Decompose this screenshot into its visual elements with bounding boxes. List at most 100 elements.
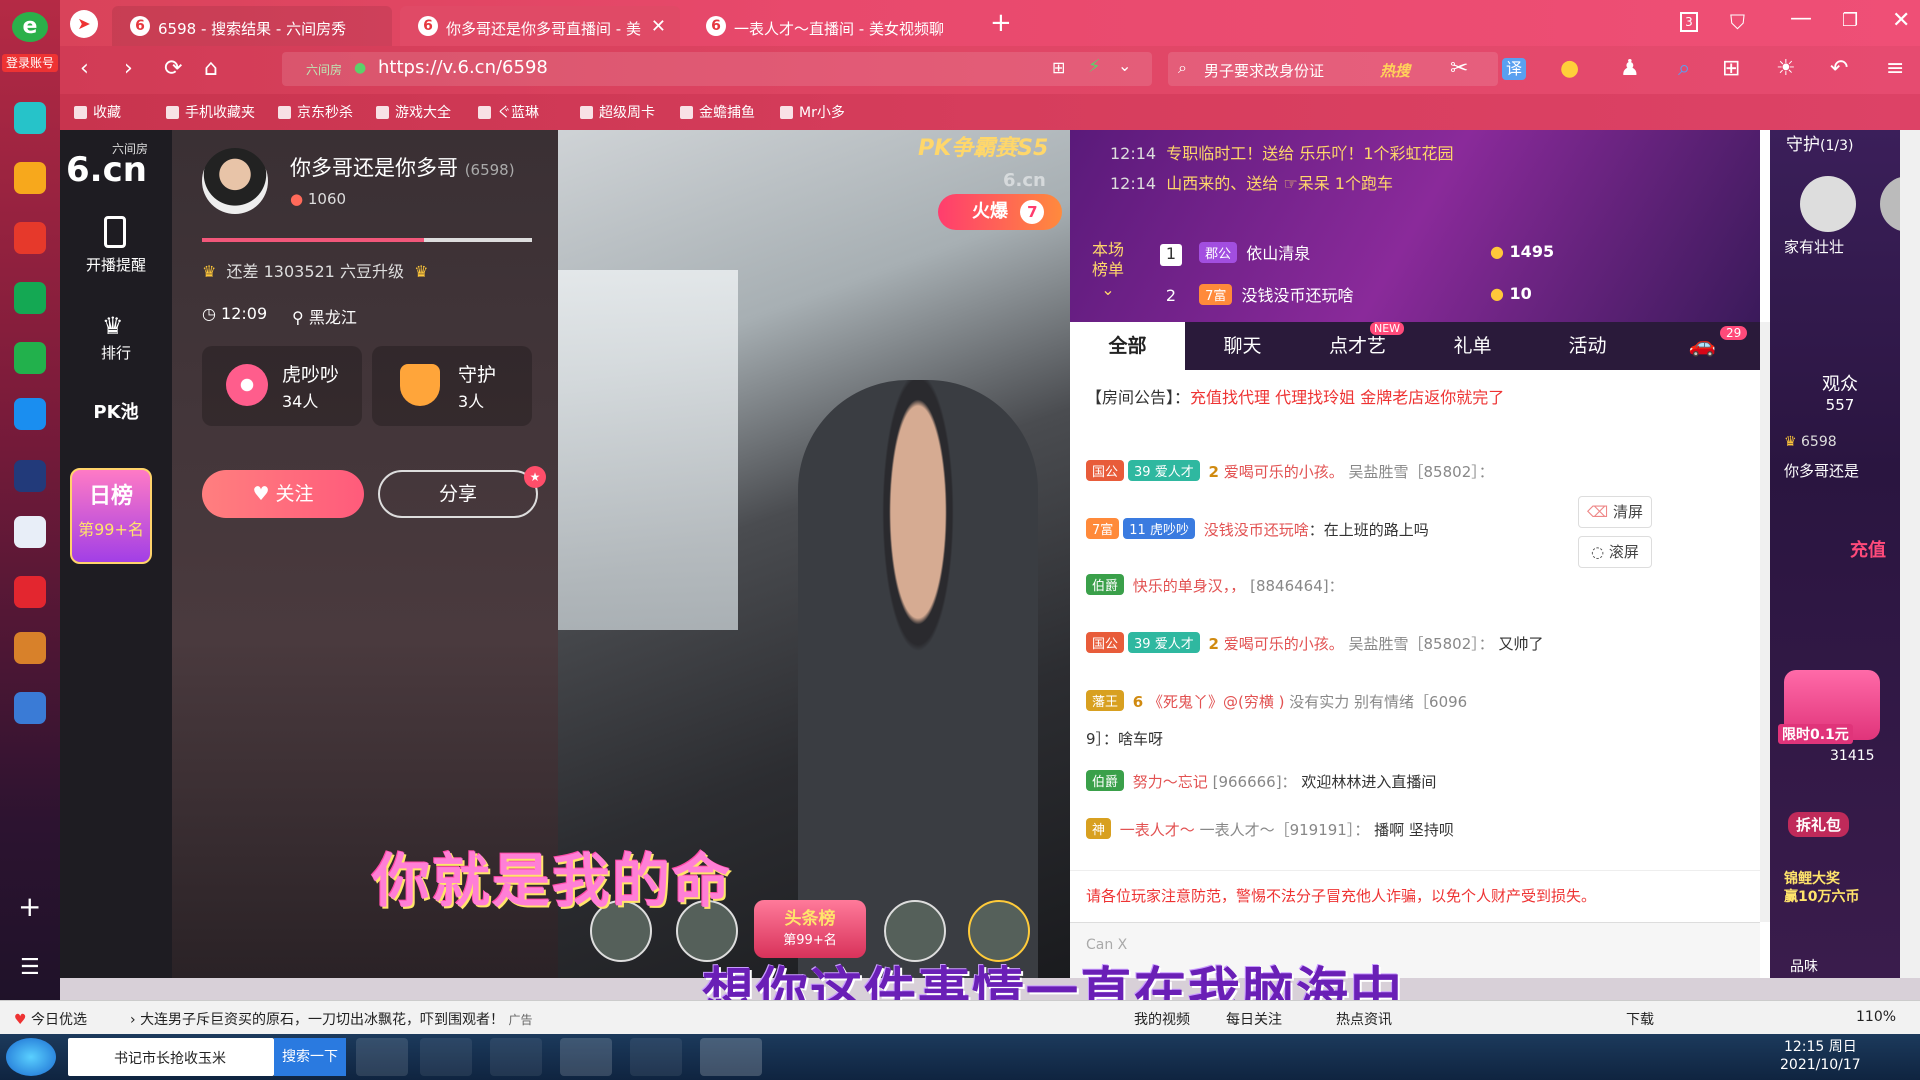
promo-gift-pack[interactable]: 拆礼包 xyxy=(1788,812,1850,837)
taskbar-app-k[interactable] xyxy=(356,1038,408,1076)
weibo-icon[interactable] xyxy=(14,222,46,254)
link-daily-focus[interactable]: 每日关注 xyxy=(1226,1009,1282,1029)
browser-menu-icon[interactable]: ≡ xyxy=(1886,58,1904,80)
daily-rank-card[interactable]: 日榜 第99+名 xyxy=(70,468,152,564)
nav-ranking[interactable]: 排行 xyxy=(60,342,172,363)
pk-banner[interactable]: PK争霸赛S5 xyxy=(918,130,1048,162)
chat-message[interactable]: 国公 39 爱人才 2 爱喝可乐的小孩。 吴盐胜雪［85802］： 又帅了 xyxy=(1086,632,1544,654)
chat-message[interactable]: 国公 39 爱人才 2 爱喝可乐的小孩。 吴盐胜雪［85802］： xyxy=(1086,460,1494,482)
bookmark-games[interactable]: 游戏大全 xyxy=(376,102,451,122)
chat-message[interactable]: 神 一表人才～ 一表人才～［919191］： 播啊 坚持呗 xyxy=(1086,818,1454,840)
browser-logo-icon[interactable]: e xyxy=(12,12,48,42)
link-my-videos[interactable]: 我的视频 xyxy=(1134,1009,1190,1029)
menu-icon[interactable]: ☰ xyxy=(20,955,40,980)
taskbar-search-button[interactable]: 搜索一下 xyxy=(274,1038,346,1076)
nav-pk-pool[interactable]: PK池 xyxy=(60,398,172,424)
host-avatar[interactable] xyxy=(202,148,268,214)
tab-active-room[interactable]: 6 你多哥还是你多哥直播间 - 美 ✕ xyxy=(400,6,680,46)
star-app-icon[interactable] xyxy=(14,162,46,194)
nav-live-reminder[interactable]: 开播提醒 xyxy=(60,254,172,275)
bolt-icon[interactable]: ⚡ xyxy=(1088,56,1101,77)
news-ticker[interactable]: › 大连男子斥巨资买的原石，一刀切出冰飘花，吓到围观者！ 广告 xyxy=(130,1009,533,1029)
p-app-icon[interactable] xyxy=(14,398,46,430)
game-app-icon[interactable] xyxy=(14,460,46,492)
add-icon[interactable]: + xyxy=(18,890,41,923)
coin-icon[interactable]: ● xyxy=(1560,58,1579,80)
board-row-2[interactable]: 2 7富 没钱没币还玩啥 xyxy=(1160,282,1520,310)
taskbar-app-browser[interactable] xyxy=(560,1038,612,1076)
bookmark-favorites[interactable]: 收藏 xyxy=(74,102,121,122)
scissors-icon[interactable]: ✂ xyxy=(1450,58,1468,80)
clear-button[interactable]: ⌫ 清屏 xyxy=(1578,496,1652,528)
link-app-icon[interactable] xyxy=(14,342,46,374)
hot-tag[interactable]: 热搜 xyxy=(1380,60,1410,81)
promo-koi[interactable]: 锦鲤大奖 赢10万六币 xyxy=(1784,870,1859,906)
login-button[interactable]: 登录账号 xyxy=(2,54,58,72)
new-tab-icon[interactable]: + xyxy=(990,8,1012,38)
search-bar[interactable]: ⌕ 男子要求改身份证 热搜 xyxy=(1168,52,1498,86)
bookmark-jd[interactable]: 京东秒杀 xyxy=(278,102,353,122)
link-hot-news[interactable]: 热点资讯 xyxy=(1336,1009,1392,1029)
chat-scrollbar[interactable] xyxy=(1760,322,1770,922)
hot-badge[interactable]: 火爆 7 xyxy=(938,194,1062,230)
link-download[interactable]: 下载 xyxy=(1626,1009,1654,1029)
zoom-level[interactable]: 110% xyxy=(1856,1009,1896,1025)
qr-icon[interactable]: ⊞ xyxy=(1052,58,1065,77)
word-app-icon[interactable] xyxy=(14,516,46,548)
start-button[interactable] xyxy=(6,1038,56,1076)
clock[interactable]: 12:15 周日 2021/10/17 xyxy=(1780,1038,1861,1074)
bookmark-mr[interactable]: Mr小多 xyxy=(780,102,845,122)
six-cn-logo[interactable]: 六间房 6.cn xyxy=(66,140,166,190)
scroll-button[interactable]: ◌ 滚屏 xyxy=(1578,536,1652,568)
grid-icon[interactable]: ⊞ xyxy=(1722,58,1740,80)
brightness-icon[interactable]: ☀ xyxy=(1776,58,1796,80)
guard-avatar[interactable] xyxy=(1800,176,1856,232)
mail-icon[interactable] xyxy=(14,282,46,314)
game2-app-icon[interactable] xyxy=(14,632,46,664)
home-icon[interactable]: ⌂ xyxy=(204,58,218,80)
undo-icon[interactable]: ↶ xyxy=(1830,58,1848,80)
tab-chat[interactable]: 聊天 xyxy=(1185,322,1300,370)
gamepad-icon[interactable]: ♟ xyxy=(1620,58,1640,80)
forward-icon[interactable]: › xyxy=(124,58,133,80)
taskbar-app-chrome[interactable] xyxy=(630,1038,682,1076)
taskbar-app-folder[interactable] xyxy=(490,1038,542,1076)
taskbar-search[interactable]: 书记市长抢收玉米 xyxy=(68,1038,274,1076)
magnifier-icon[interactable]: ⌕ xyxy=(1678,58,1690,80)
tab-all[interactable]: 全部 xyxy=(1070,322,1185,370)
bookmark-mobile[interactable]: 手机收藏夹 xyxy=(166,102,255,122)
promo-recharge[interactable]: 充值 xyxy=(1850,536,1886,562)
guard-card[interactable]: 守护 3人 xyxy=(372,346,532,426)
bookmark-lanlin[interactable]: ぐ蓝琳 xyxy=(478,102,539,122)
chat-message[interactable]: 伯爵 快乐的单身汉，， [8846464]： xyxy=(1086,574,1344,596)
game3-app-icon[interactable] xyxy=(14,692,46,724)
minimize-icon[interactable]: — xyxy=(1790,6,1812,31)
restore-icon[interactable]: ❐ xyxy=(1842,10,1858,31)
close-tab-icon[interactable]: ✕ xyxy=(651,16,666,37)
tab-other-room[interactable]: 6 一表人才～直播间 - 美女视频聊 xyxy=(688,6,968,46)
share-button[interactable]: 分享 xyxy=(378,470,538,518)
fan-group-card[interactable]: 虎吵吵 34人 xyxy=(202,346,362,426)
reload-icon[interactable]: ⟳ xyxy=(164,58,182,80)
taskbar-app-ie[interactable] xyxy=(420,1038,472,1076)
tab-gift-list[interactable]: 礼单 xyxy=(1415,322,1530,370)
dropdown-icon[interactable]: ⌄ xyxy=(1118,56,1131,75)
taskbar-app-player[interactable] xyxy=(700,1038,762,1076)
board-label[interactable]: 本场 榜单 ⌄ xyxy=(1092,240,1124,300)
address-bar[interactable]: 六间房 ● https://v.6.cn/6598 ⊞ ⚡ ⌄ xyxy=(282,52,1152,86)
tab-search-results[interactable]: 6 6598 - 搜索结果 - 六间房秀 xyxy=(112,6,392,46)
follow-button[interactable]: ♥ 关注 xyxy=(202,470,364,518)
page-scrollbar[interactable] xyxy=(1900,130,1920,978)
chat-message[interactable]: 藩王 6 《死鬼丫》@(穷横 ) 没有实力 别有情绪［6096 xyxy=(1086,690,1467,712)
board-row-1[interactable]: 1 郡公 依山清泉 xyxy=(1160,240,1520,268)
bookmark-weekly[interactable]: 超级周卡 xyxy=(580,102,655,122)
chat-message[interactable]: 7富 11 虎吵吵 没钱没币还玩啥：在上班的路上吗 xyxy=(1086,518,1429,540)
chat-message[interactable]: 伯爵 努力～忘记 [966666]： 欢迎林林进入直播间 xyxy=(1086,770,1436,792)
close-window-icon[interactable]: ✕ xyxy=(1892,8,1910,33)
host-name[interactable]: 你多哥还是你多哥 (6598) xyxy=(290,152,515,182)
shirt-icon[interactable]: ⛉ xyxy=(1730,10,1745,34)
navigate-icon[interactable]: ➤ xyxy=(70,10,98,38)
plus-app-icon[interactable] xyxy=(14,102,46,134)
tab-count-icon[interactable]: 3 xyxy=(1680,12,1698,32)
audience-entry[interactable]: ♛ 6598 xyxy=(1784,434,1837,450)
